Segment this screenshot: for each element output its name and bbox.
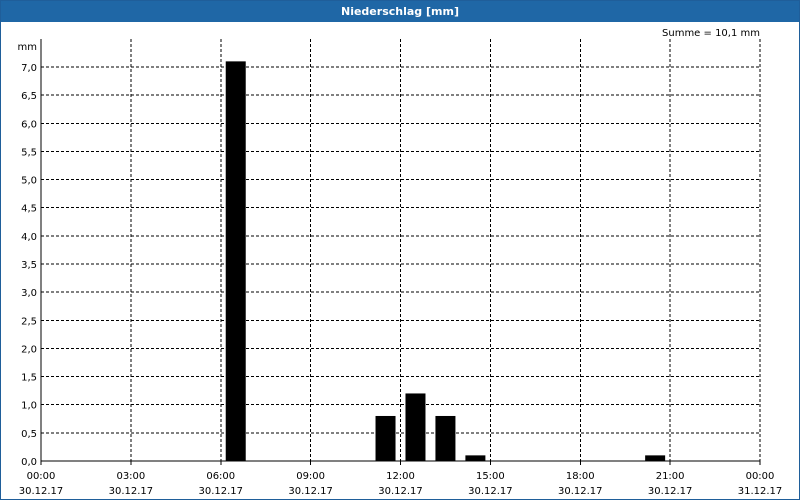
precipitation-bar [405,393,426,461]
x-tick-date-label: 30.12.17 [19,486,64,497]
y-tick-label: 3,0 [21,288,37,299]
y-tick-label: 5,0 [21,176,37,187]
y-tick-label: 1,0 [21,401,37,412]
y-axis-unit-label: mm [18,42,37,53]
x-tick-date-label: 30.12.17 [558,486,603,497]
y-tick-label: 4,5 [21,204,37,215]
x-tick-time-label: 12:00 [386,471,415,482]
grid [41,39,761,461]
x-tick-date-label: 31.12.17 [738,486,783,497]
sum-label: Summe = 10,1 mm [662,28,760,39]
y-tick-label: 0,5 [21,429,37,440]
precipitation-bar [375,415,396,461]
x-tick-time-label: 21:00 [656,471,685,482]
y-tick-label: 5,5 [21,147,37,158]
y-tick-label: 1,5 [21,373,37,384]
x-tick-time-label: 00:00 [27,471,56,482]
x-tick-date-label: 30.12.17 [468,486,513,497]
x-tick-time-label: 00:00 [746,471,775,482]
y-tick-label: 2,5 [21,316,37,327]
x-tick-time-label: 06:00 [206,471,235,482]
y-tick-label: 7,0 [21,63,37,74]
precipitation-chart: 0,0 0,5 1,0 1,5 2,0 2,5 3,0 3,5 4,0 4,5 5,0 5,5 6,0 6… [18,28,783,497]
x-tick-date-label: 30.12.17 [109,486,154,497]
precipitation-bar [645,455,666,461]
y-tick-label: 3,5 [21,260,37,271]
precipitation-bar [465,455,486,461]
x-tick-date-label: 30.12.17 [648,486,693,497]
x-tick-time-label: 09:00 [296,471,325,482]
bars [225,61,666,461]
precipitation-bar [435,415,456,461]
y-tick-label: 4,0 [21,232,37,243]
y-tick-label: 0,0 [21,457,37,468]
y-tick-label: 6,0 [21,119,37,130]
y-tick-label: 2,0 [21,344,37,355]
x-tick-time-label: 15:00 [476,471,505,482]
x-tick-time-label: 18:00 [566,471,595,482]
x-tick-date-label: 30.12.17 [198,486,243,497]
precipitation-bar [225,61,246,461]
x-tick-date-label: 30.12.17 [378,486,423,497]
x-tick-time-label: 03:00 [116,471,145,482]
y-tick-label: 6,5 [21,91,37,102]
x-tick-date-label: 30.12.17 [288,486,333,497]
